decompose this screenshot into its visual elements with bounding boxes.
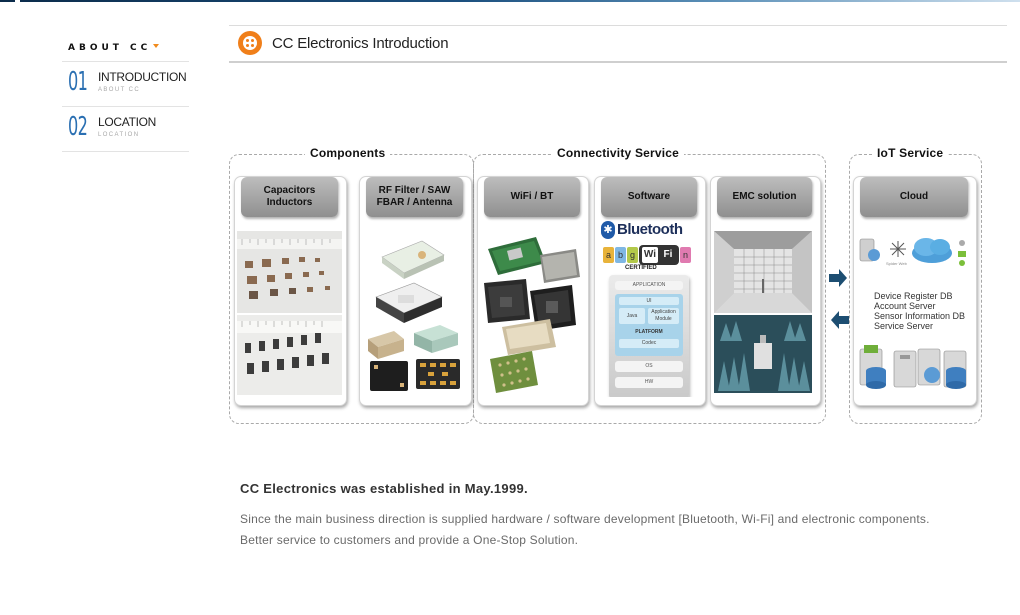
sidebar-divider: [62, 151, 189, 152]
card-title: EMC solution: [717, 177, 812, 217]
card-title: RF Filter / SAW FBAR / Antenna: [366, 177, 463, 217]
card-capacitors: Capacitors Inductors: [234, 176, 347, 406]
cloud-services-list: Device Register DB Account Server Sensor…: [874, 291, 966, 331]
emc-chamber-photo: [714, 231, 812, 397]
intro-heading: CC Electronics was established in May.19…: [240, 481, 528, 496]
intro-paragraph-line-1: Since the main business direction is sup…: [240, 512, 930, 526]
wifi-modules-photo: [480, 235, 584, 397]
card-cloud: Cloud Spider Web Device Register DB Acco…: [853, 176, 977, 406]
card-title: Capacitors Inductors: [241, 177, 338, 217]
card-rf-filter: RF Filter / SAW FBAR / Antenna: [359, 176, 472, 406]
arrow-left-icon: [831, 311, 849, 329]
arrow-right-icon: [829, 269, 847, 287]
sidebar-item-sublabel: ABOUT CC: [98, 87, 141, 93]
sidebar-title: ABOUT CC: [68, 43, 152, 53]
card-software: Software ✱ Bluetooth a b g Wi Fi n CERTI…: [594, 176, 706, 406]
software-stack-panel: APPLICATION UI Java Application Module P…: [609, 275, 689, 397]
bluetooth-icon: ✱: [601, 221, 615, 239]
sidebar-item-label: LOCATION: [98, 115, 157, 129]
group-label-components: Components: [305, 146, 391, 160]
sidebar-item-introduction[interactable]: 01 INTRODUCTION ABOUT CC: [62, 62, 189, 106]
software-stack-illustration: ✱ Bluetooth a b g Wi Fi n CERTIFIED APPL…: [597, 221, 701, 397]
wifi-certified-logo: a b g Wi Fi n: [603, 245, 693, 265]
sidebar-item-sublabel: LOCATION: [98, 132, 140, 138]
card-wifi-bt: WiFi / BT: [477, 176, 589, 406]
header-bottom-rule: [229, 61, 1007, 63]
header-bullet-icon: [238, 31, 262, 55]
bluetooth-logo-text: Bluetooth: [617, 221, 683, 238]
sidebar-item-number: 01: [68, 67, 88, 97]
header-top-rule: [229, 25, 1007, 26]
sidebar-item-location[interactable]: 02 LOCATION LOCATION: [62, 107, 189, 151]
sidebar-item-label: INTRODUCTION: [98, 70, 187, 84]
card-title: Software: [601, 177, 697, 217]
rf-filter-photo: [362, 235, 467, 397]
page-title: CC Electronics Introduction: [272, 35, 449, 52]
card-emc-solution: EMC solution: [710, 176, 821, 406]
card-title: Cloud: [860, 177, 968, 217]
database-servers-icon: [859, 345, 967, 389]
intro-paragraph-line-2: Better service to customers and provide …: [240, 533, 579, 547]
capacitors-photo: [237, 231, 342, 397]
group-label-connectivity: Connectivity Service: [552, 146, 685, 160]
top-accent-mark: [15, 0, 20, 2]
top-accent-bar: [0, 0, 1020, 2]
sidebar-item-number: 02: [68, 112, 88, 142]
group-label-iot: IoT Service: [872, 146, 949, 160]
chevron-down-icon: [153, 44, 159, 48]
cloud-network-icon: [859, 238, 966, 266]
card-title: WiFi / BT: [484, 177, 580, 217]
cloud-illustration: Spider Web Device Register DB Account Se…: [856, 229, 972, 397]
